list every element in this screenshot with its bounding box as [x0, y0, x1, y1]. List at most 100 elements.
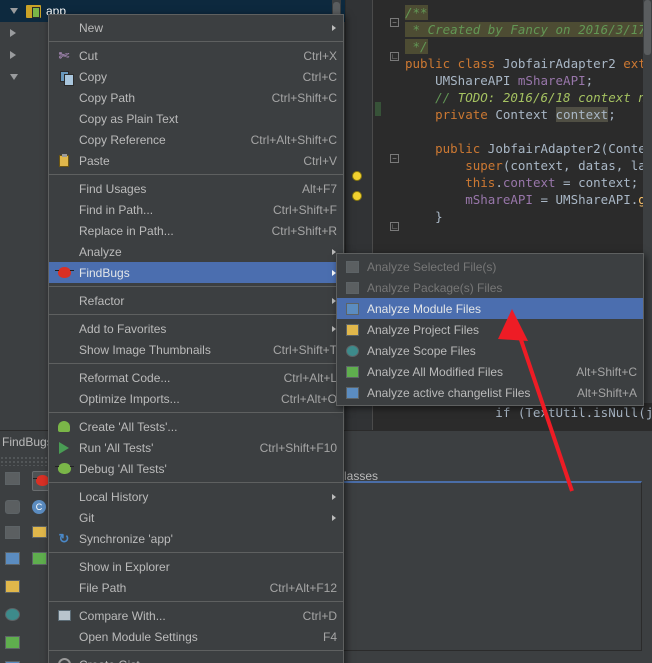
code-token: this — [405, 175, 496, 190]
menu-item-compare-with[interactable]: Compare With... Ctrl+D — [49, 605, 343, 626]
menu-separator — [49, 286, 343, 287]
submenu-item-analyze-scope-files[interactable]: Analyze Scope Files — [337, 340, 643, 361]
code-token: = context; — [555, 175, 639, 190]
code-line: * Created by Fancy on 2016/3/17 001 — [405, 21, 652, 38]
analyze-project-icon[interactable] — [5, 580, 25, 600]
code-line: public JobfairAdapter2(Context c — [405, 140, 652, 157]
expanded-node-icon[interactable] — [10, 74, 18, 80]
menu-item-shortcut: Alt+Shift+C — [576, 364, 637, 379]
menu-item-label: Analyze Project Files — [367, 322, 480, 337]
menu-item-refactor[interactable]: Refactor — [49, 290, 343, 311]
project-view-context-menu[interactable]: New ✄ Cut Ctrl+X Copy Ctrl+C Copy Path Ctrl+Shi… — [48, 14, 344, 663]
menu-item-open-module-settings[interactable]: Open Module Settings F4 — [49, 626, 343, 647]
menu-item-label: Local History — [79, 489, 149, 504]
submenu-item-analyze-module-files[interactable]: Analyze Module Files — [337, 298, 643, 319]
code-line: // TODO: 2016/6/18 context never — [405, 89, 652, 106]
editor-scrollbar-thumb[interactable] — [644, 0, 651, 55]
sync-icon: ↻ — [58, 531, 70, 546]
fold-end-icon[interactable]: ∟ — [390, 52, 399, 61]
analyze-scope-icon[interactable] — [5, 608, 25, 628]
menu-item-create-all-tests[interactable]: Create 'All Tests'... — [49, 416, 343, 437]
menu-separator — [49, 482, 343, 483]
menu-item-find-usages[interactable]: Find Usages Alt+F7 — [49, 178, 343, 199]
analyze-file-icon — [344, 259, 360, 275]
menu-item-create-gist[interactable]: Create Gist... — [49, 654, 343, 663]
menu-separator — [49, 314, 343, 315]
findbugs-bug-icon — [54, 265, 74, 281]
gist-icon — [56, 657, 72, 663]
menu-item-copy[interactable]: Copy Ctrl+C — [49, 66, 343, 87]
menu-item-analyze[interactable]: Analyze — [49, 241, 343, 262]
menu-separator — [49, 650, 343, 651]
fold-collapse-icon[interactable]: − — [390, 154, 399, 163]
submenu-item-analyze-all-modified-files[interactable]: Analyze All Modified Files Alt+Shift+C — [337, 361, 643, 382]
menu-item-copy-as-plain-text[interactable]: Copy as Plain Text — [49, 108, 343, 129]
warning-bulb-icon[interactable] — [352, 191, 362, 201]
menu-item-show-image-thumbnails[interactable]: Show Image Thumbnails Ctrl+Shift+T — [49, 339, 343, 360]
analyze-package-icon — [344, 280, 360, 296]
submenu-arrow-icon — [332, 493, 336, 500]
menu-item-debug-all-tests[interactable]: Debug 'All Tests' — [49, 458, 343, 479]
menu-item-show-in-explorer[interactable]: Show in Explorer — [49, 556, 343, 577]
code-token: (context, datas, layout — [502, 158, 652, 173]
menu-item-shortcut: Ctrl+Alt+O — [280, 391, 337, 406]
menu-item-label: Find Usages — [79, 181, 147, 196]
editor-scrollbar[interactable] — [643, 0, 652, 430]
menu-item-label: Reformat Code... — [79, 370, 171, 385]
menu-item-label: Open Module Settings — [79, 629, 198, 644]
code-token: UMShareAPI — [405, 73, 518, 88]
export-icon[interactable] — [5, 526, 25, 546]
menu-item-add-to-favorites[interactable]: Add to Favorites — [49, 318, 343, 339]
code-text[interactable]: /** * Created by Fancy on 2016/3/17 001 … — [405, 4, 652, 225]
submenu-item-analyze-active-changelist-files[interactable]: Analyze active changelist Files Alt+Shift… — [337, 382, 643, 403]
code-line: super(context, datas, layout — [405, 157, 652, 174]
rerun-icon[interactable] — [5, 500, 25, 520]
code-token: mShareAPI — [405, 192, 533, 207]
code-token: = UMShareAPI. — [532, 192, 639, 207]
menu-item-cut[interactable]: ✄ Cut Ctrl+X — [49, 45, 343, 66]
menu-item-label: Copy Reference — [79, 132, 166, 147]
menu-item-paste[interactable]: Paste Ctrl+V — [49, 150, 343, 171]
menu-item-label: Show Image Thumbnails — [79, 342, 211, 357]
fold-collapse-icon[interactable]: − — [390, 18, 399, 27]
menu-item-new[interactable]: New — [49, 17, 343, 38]
menu-item-file-path[interactable]: File Path Ctrl+Alt+F12 — [49, 577, 343, 598]
menu-item-label: Paste — [79, 153, 110, 168]
menu-item-find-in-path[interactable]: Find in Path... Ctrl+Shift+F — [49, 199, 343, 220]
collapsed-node-icon[interactable] — [10, 51, 16, 59]
submenu-item-analyze-project-files[interactable]: Analyze Project Files — [337, 319, 643, 340]
findbugs-submenu[interactable]: Analyze Selected File(s) Analyze Package(… — [336, 253, 644, 406]
menu-item-replace-in-path[interactable]: Replace in Path... Ctrl+Shift+R — [49, 220, 343, 241]
code-token: } — [405, 209, 443, 224]
analyze-module-icon[interactable] — [5, 552, 25, 572]
paste-icon — [56, 153, 72, 169]
menu-item-optimize-imports[interactable]: Optimize Imports... Ctrl+Alt+O — [49, 388, 343, 409]
analyze-project-icon — [344, 322, 360, 338]
menu-item-reformat-code[interactable]: Reformat Code... Ctrl+Alt+L — [49, 367, 343, 388]
code-token: /** — [405, 5, 428, 20]
analyze-modified-icon[interactable] — [5, 636, 25, 656]
code-token: JobfairAdapter2 — [502, 56, 624, 71]
menu-separator — [49, 41, 343, 42]
menu-item-findbugs[interactable]: FindBugs — [49, 262, 343, 283]
analyze-selected-file-icon[interactable] — [5, 472, 25, 492]
menu-item-synchronize-app[interactable]: ↻ Synchronize 'app' — [49, 528, 343, 549]
menu-item-label: Git — [79, 510, 95, 525]
code-token: public — [405, 141, 488, 156]
compare-icon — [56, 608, 72, 624]
analyze-changelist-icon — [344, 385, 360, 401]
code-token: TODO: 2016/6/18 context never — [457, 90, 652, 105]
menu-item-shortcut: Ctrl+Alt+L — [283, 370, 337, 385]
menu-item-label: Find in Path... — [79, 202, 154, 217]
collapsed-node-icon[interactable] — [10, 29, 16, 37]
menu-item-local-history[interactable]: Local History — [49, 486, 343, 507]
menu-item-run-all-tests[interactable]: Run 'All Tests' Ctrl+Shift+F10 — [49, 437, 343, 458]
code-token: ; — [585, 73, 594, 88]
menu-item-copy-path[interactable]: Copy Path Ctrl+Shift+C — [49, 87, 343, 108]
menu-item-git[interactable]: Git — [49, 507, 343, 528]
code-token: * Created by Fancy on 2016/3/17 001 — [405, 22, 652, 37]
fold-end-icon[interactable]: ∟ — [390, 222, 399, 231]
menu-item-copy-reference[interactable]: Copy Reference Ctrl+Alt+Shift+C — [49, 129, 343, 150]
expand-arrow-icon[interactable] — [10, 8, 18, 14]
warning-bulb-icon[interactable] — [352, 171, 362, 181]
